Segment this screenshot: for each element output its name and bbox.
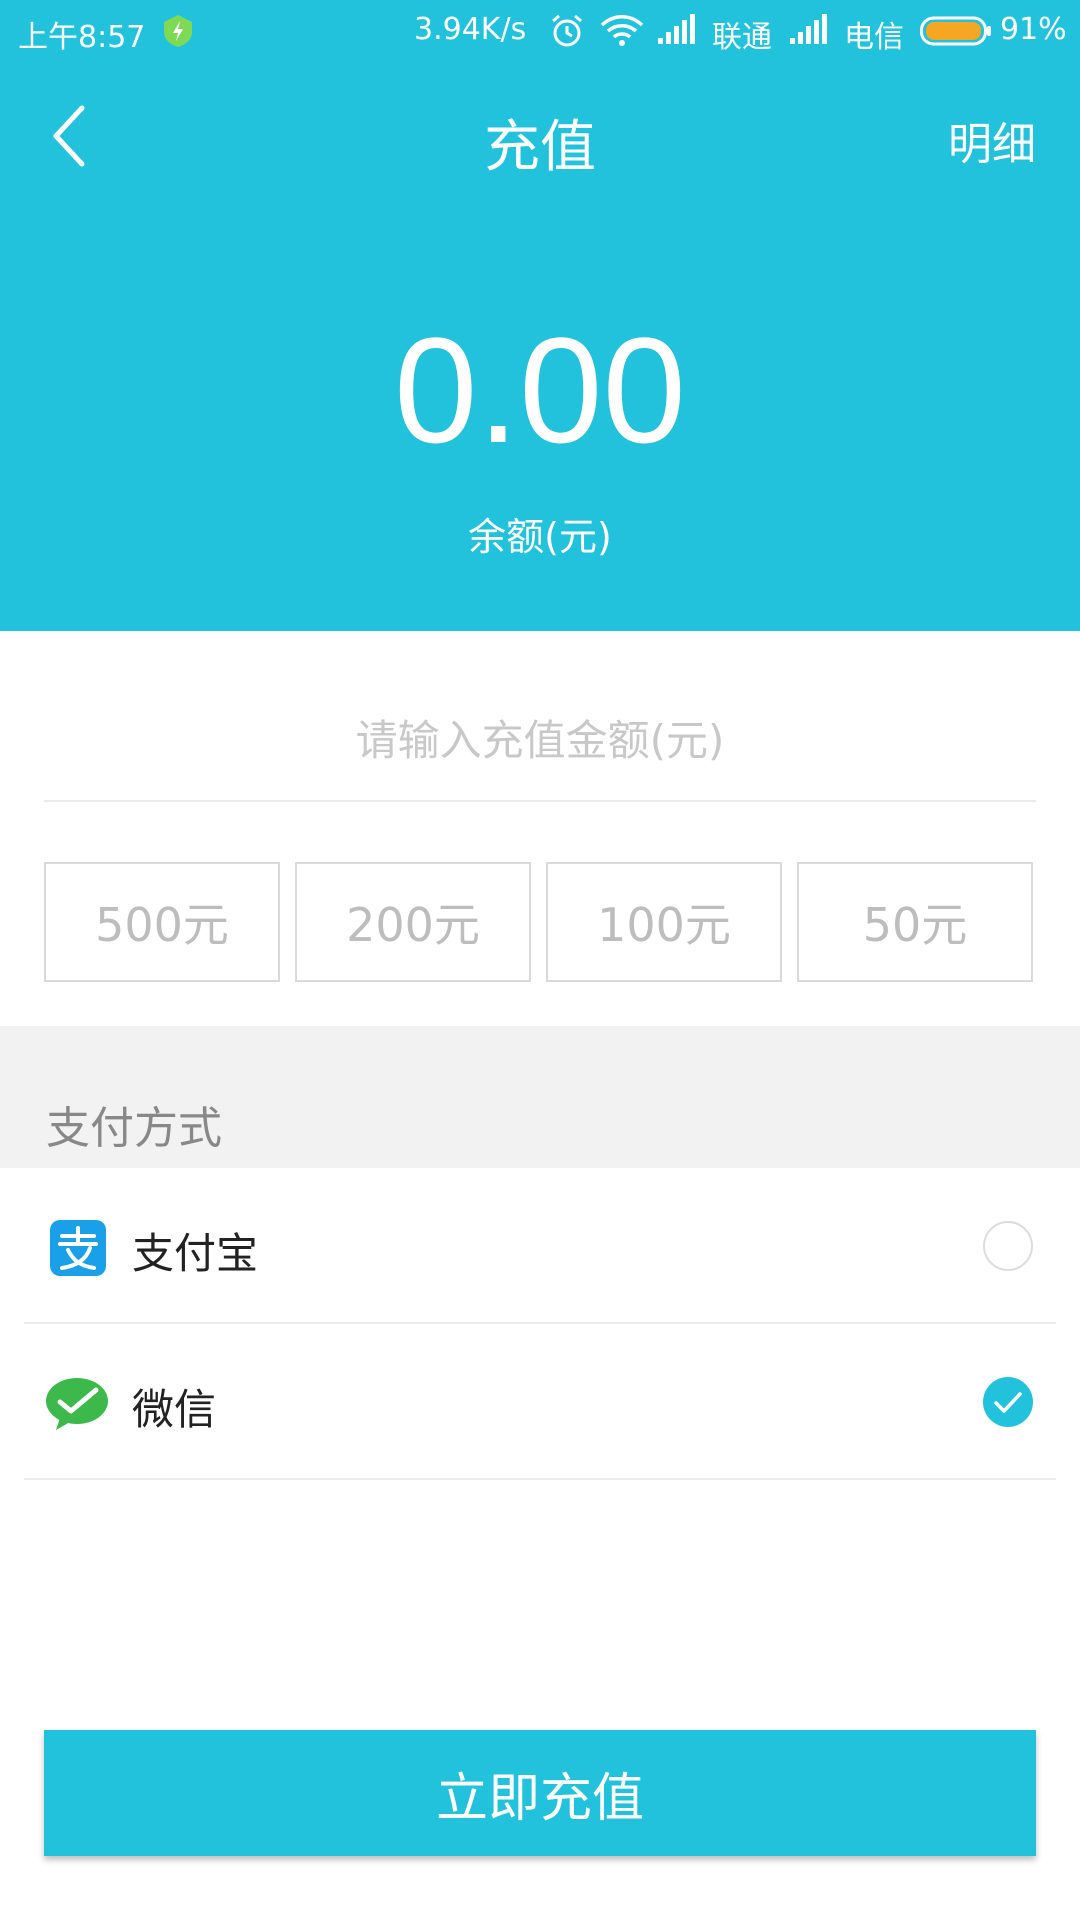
preset-200-button[interactable]: 200元 [295, 862, 531, 982]
alarm-icon [552, 14, 582, 47]
recharge-submit-button[interactable]: 立即充值 [44, 1730, 1036, 1856]
status-bar: 上午8:57 3.94K/s 联通 电信 91% [0, 0, 1080, 62]
status-time: 上午8:57 [18, 20, 146, 55]
balance-amount: 0.00 [394, 306, 686, 474]
signal-icon [790, 14, 827, 44]
radio-checked-icon[interactable] [982, 1376, 1034, 1428]
network-speed: 3.94K/s [414, 12, 527, 47]
detail-link[interactable]: 明细 [948, 108, 1036, 172]
preset-100-button[interactable]: 100元 [546, 862, 782, 982]
payment-option-wechat[interactable]: 微信 [24, 1324, 1056, 1480]
wifi-icon [600, 15, 644, 46]
top-header: 上午8:57 3.94K/s 联通 电信 91% 充值 明细 0.00 余额(元… [0, 0, 1080, 631]
preset-50-button[interactable]: 50元 [797, 862, 1033, 982]
radio-unchecked-icon[interactable] [982, 1220, 1034, 1272]
payment-label: 支付宝 [132, 1229, 259, 1278]
signal-icon [658, 14, 695, 44]
shield-icon [164, 15, 192, 47]
payment-option-alipay[interactable]: 支付宝 [24, 1168, 1056, 1324]
payment-heading: 支付方式 [46, 1103, 222, 1154]
carrier-label: 电信 [844, 20, 904, 55]
page-title: 充值 [484, 115, 596, 180]
preset-500-button[interactable]: 500元 [44, 862, 280, 982]
wechat-icon [46, 1378, 108, 1430]
divider [44, 800, 1036, 802]
battery-percent: 91% [1000, 12, 1067, 47]
carrier-label: 联通 [712, 20, 772, 55]
battery-icon [920, 16, 991, 46]
payment-label: 微信 [132, 1385, 217, 1434]
alipay-icon [50, 1220, 106, 1276]
balance-label: 余额(元) [468, 515, 612, 559]
amount-input[interactable] [44, 690, 1036, 790]
